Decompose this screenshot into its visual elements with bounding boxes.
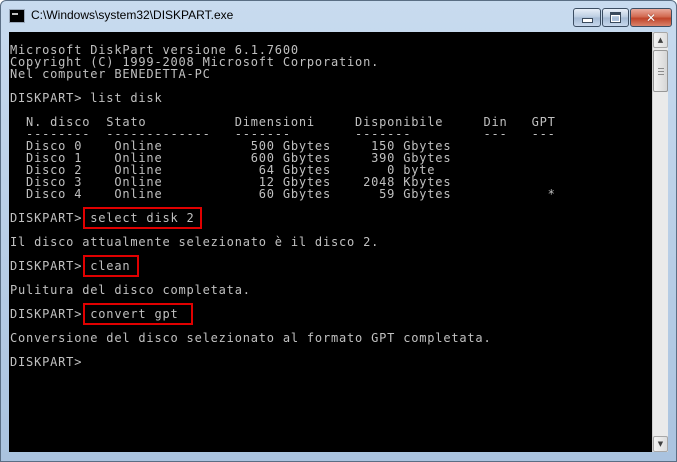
grip-line — [658, 74, 664, 75]
command-convert-gpt: DISKPART> convert gpt — [10, 307, 179, 321]
maximize-button[interactable] — [602, 8, 629, 27]
diskpart-window: C:\Windows\system32\DISKPART.exe ✕ Micro… — [0, 0, 677, 462]
scroll-up-button[interactable]: ▲ — [653, 32, 668, 48]
console-icon[interactable] — [9, 9, 25, 23]
command-list-disk: DISKPART> list disk — [10, 91, 163, 105]
console-output[interactable]: Microsoft DiskPart versione 6.1.7600 Cop… — [9, 32, 652, 452]
grip-line — [658, 68, 664, 69]
window-title: C:\Windows\system32\DISKPART.exe — [31, 8, 234, 22]
scroll-thumb[interactable] — [653, 50, 668, 92]
console-line: Pulitura del disco completata. — [10, 283, 251, 297]
disk-table-row: Disco 4 Online 60 Gbytes 59 Gbytes * — [10, 187, 556, 201]
arrow-down-icon: ▼ — [657, 440, 664, 448]
minimize-icon — [581, 18, 593, 23]
command-select-disk: DISKPART> select disk 2 — [10, 211, 195, 225]
close-button[interactable]: ✕ — [630, 8, 672, 27]
console-line: Conversione del disco selezionato al for… — [10, 331, 492, 345]
command-clean: DISKPART> clean — [10, 259, 131, 273]
console-prompt: DISKPART> — [10, 355, 83, 369]
arrow-up-icon: ▲ — [657, 36, 664, 44]
console-line: Il disco attualmente selezionato è il di… — [10, 235, 380, 249]
vertical-scrollbar[interactable]: ▲ ▼ — [652, 32, 668, 452]
minimize-button[interactable] — [573, 8, 601, 27]
scroll-down-button[interactable]: ▼ — [653, 436, 668, 452]
console-line: Nel computer BENEDETTA-PC — [10, 67, 211, 81]
maximize-icon — [610, 12, 621, 23]
title-bar[interactable]: C:\Windows\system32\DISKPART.exe ✕ — [1, 1, 676, 31]
close-icon: ✕ — [645, 10, 657, 25]
grip-line — [658, 71, 664, 72]
